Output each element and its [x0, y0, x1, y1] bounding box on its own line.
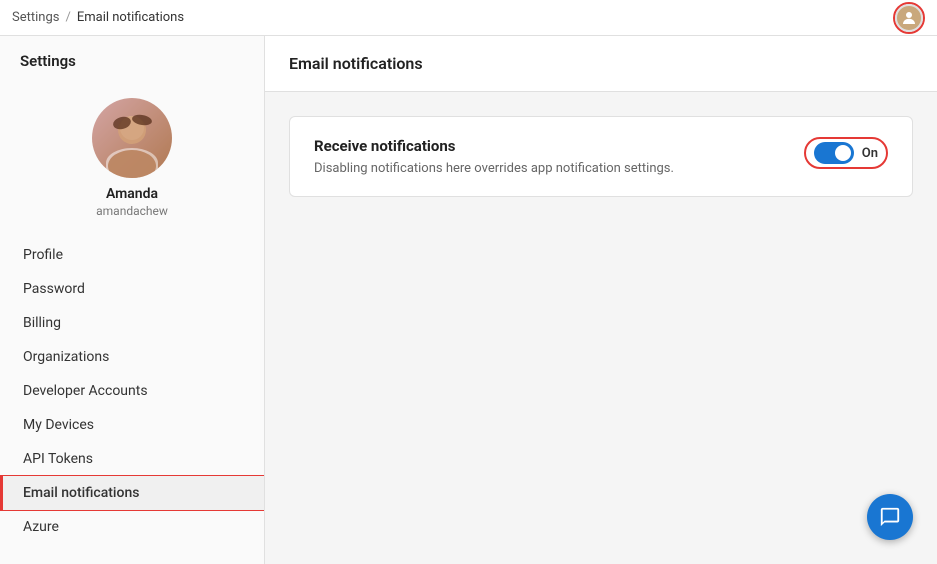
sidebar-item-password[interactable]: Password — [0, 272, 264, 306]
toggle-switch[interactable] — [814, 142, 854, 164]
sidebar-item-my-devices[interactable]: My Devices — [0, 408, 264, 442]
sidebar-item-email-notifications[interactable]: Email notifications — [0, 476, 264, 510]
topbar-avatar[interactable] — [895, 4, 923, 32]
main-content: Email notifications Receive notification… — [265, 36, 937, 564]
notification-card: Receive notifications Disabling notifica… — [289, 116, 913, 197]
notification-heading: Receive notifications — [314, 137, 674, 155]
breadcrumb-current: Email notifications — [77, 10, 184, 25]
sidebar-item-developer-accounts[interactable]: Developer Accounts — [0, 374, 264, 408]
breadcrumb-root[interactable]: Settings — [12, 10, 59, 25]
sidebar-item-azure[interactable]: Azure — [0, 510, 264, 544]
notification-description: Disabling notifications here overrides a… — [314, 161, 674, 176]
chat-button[interactable] — [867, 494, 913, 540]
breadcrumb-separator: / — [65, 10, 70, 25]
toggle-track — [814, 142, 854, 164]
sidebar-item-organizations[interactable]: Organizations — [0, 340, 264, 374]
content-title: Email notifications — [289, 54, 913, 73]
sidebar-item-billing[interactable]: Billing — [0, 306, 264, 340]
user-username: amandachew — [96, 204, 168, 218]
sidebar-item-profile[interactable]: Profile — [0, 238, 264, 272]
sidebar-nav: ProfilePasswordBillingOrganizationsDevel… — [0, 238, 264, 544]
sidebar-item-api-tokens[interactable]: API Tokens — [0, 442, 264, 476]
topbar: Settings / Email notifications — [0, 0, 937, 36]
main-layout: Settings Amanda amandachew ProfilePasswo… — [0, 36, 937, 564]
toggle-wrapper[interactable]: On — [804, 137, 888, 169]
sidebar-user: Amanda amandachew — [0, 86, 264, 238]
notification-text: Receive notifications Disabling notifica… — [314, 137, 674, 176]
toggle-thumb — [835, 145, 851, 161]
breadcrumb: Settings / Email notifications — [12, 10, 184, 25]
content-header: Email notifications — [265, 36, 937, 92]
user-display-name: Amanda — [106, 186, 158, 202]
sidebar-title: Settings — [0, 52, 264, 86]
avatar — [92, 98, 172, 178]
topbar-avatar-container[interactable] — [893, 2, 925, 34]
sidebar: Settings Amanda amandachew ProfilePasswo… — [0, 36, 265, 564]
toggle-label: On — [862, 146, 878, 161]
content-body: Receive notifications Disabling notifica… — [265, 92, 937, 221]
